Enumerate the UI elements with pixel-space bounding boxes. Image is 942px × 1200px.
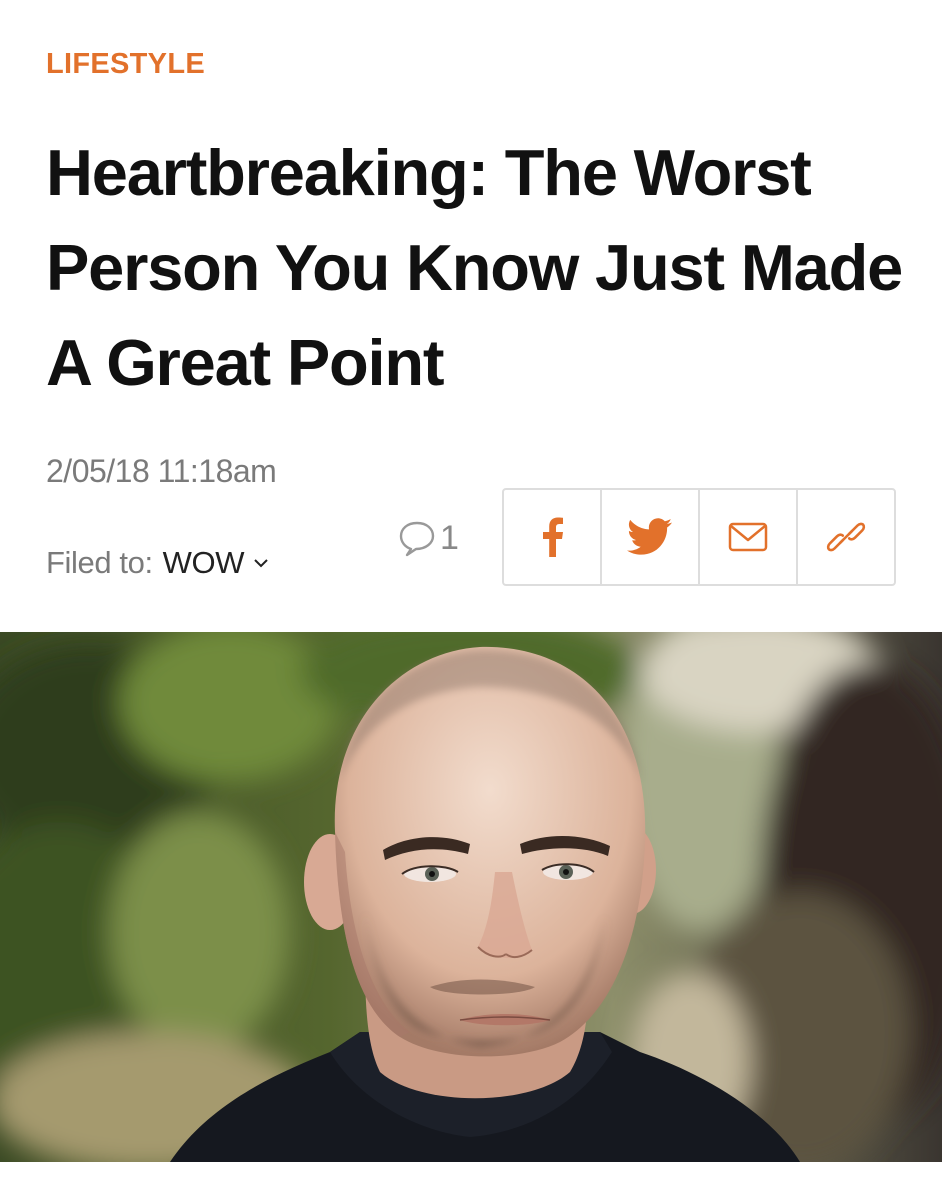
comment-count: 1 [440, 518, 459, 557]
portrait-photo [0, 632, 942, 1162]
hero-image [0, 632, 942, 1162]
article-headline: Heartbreaking: The Worst Person You Know… [46, 136, 903, 399]
share-link-button[interactable] [798, 490, 894, 584]
facebook-icon [543, 517, 563, 557]
filed-to-label: Filed to: [46, 545, 153, 580]
share-bar [502, 488, 896, 586]
link-icon [826, 522, 866, 552]
share-facebook-button[interactable] [504, 490, 602, 584]
filed-to-tag: WOW [162, 545, 245, 580]
comment-bubble-icon [399, 521, 435, 557]
chevron-down-icon [254, 559, 268, 568]
share-twitter-button[interactable] [602, 490, 700, 584]
comments-link[interactable]: 1 [398, 518, 459, 558]
twitter-icon [627, 518, 673, 555]
filed-to-tag-dropdown[interactable]: WOW [163, 545, 270, 581]
email-icon [728, 522, 768, 552]
share-email-button[interactable] [700, 490, 798, 584]
filed-to: Filed to: WOW [46, 545, 270, 581]
article-timestamp: 2/05/18 11:18am [46, 453, 277, 489]
category-link[interactable]: LIFESTYLE [46, 48, 205, 81]
